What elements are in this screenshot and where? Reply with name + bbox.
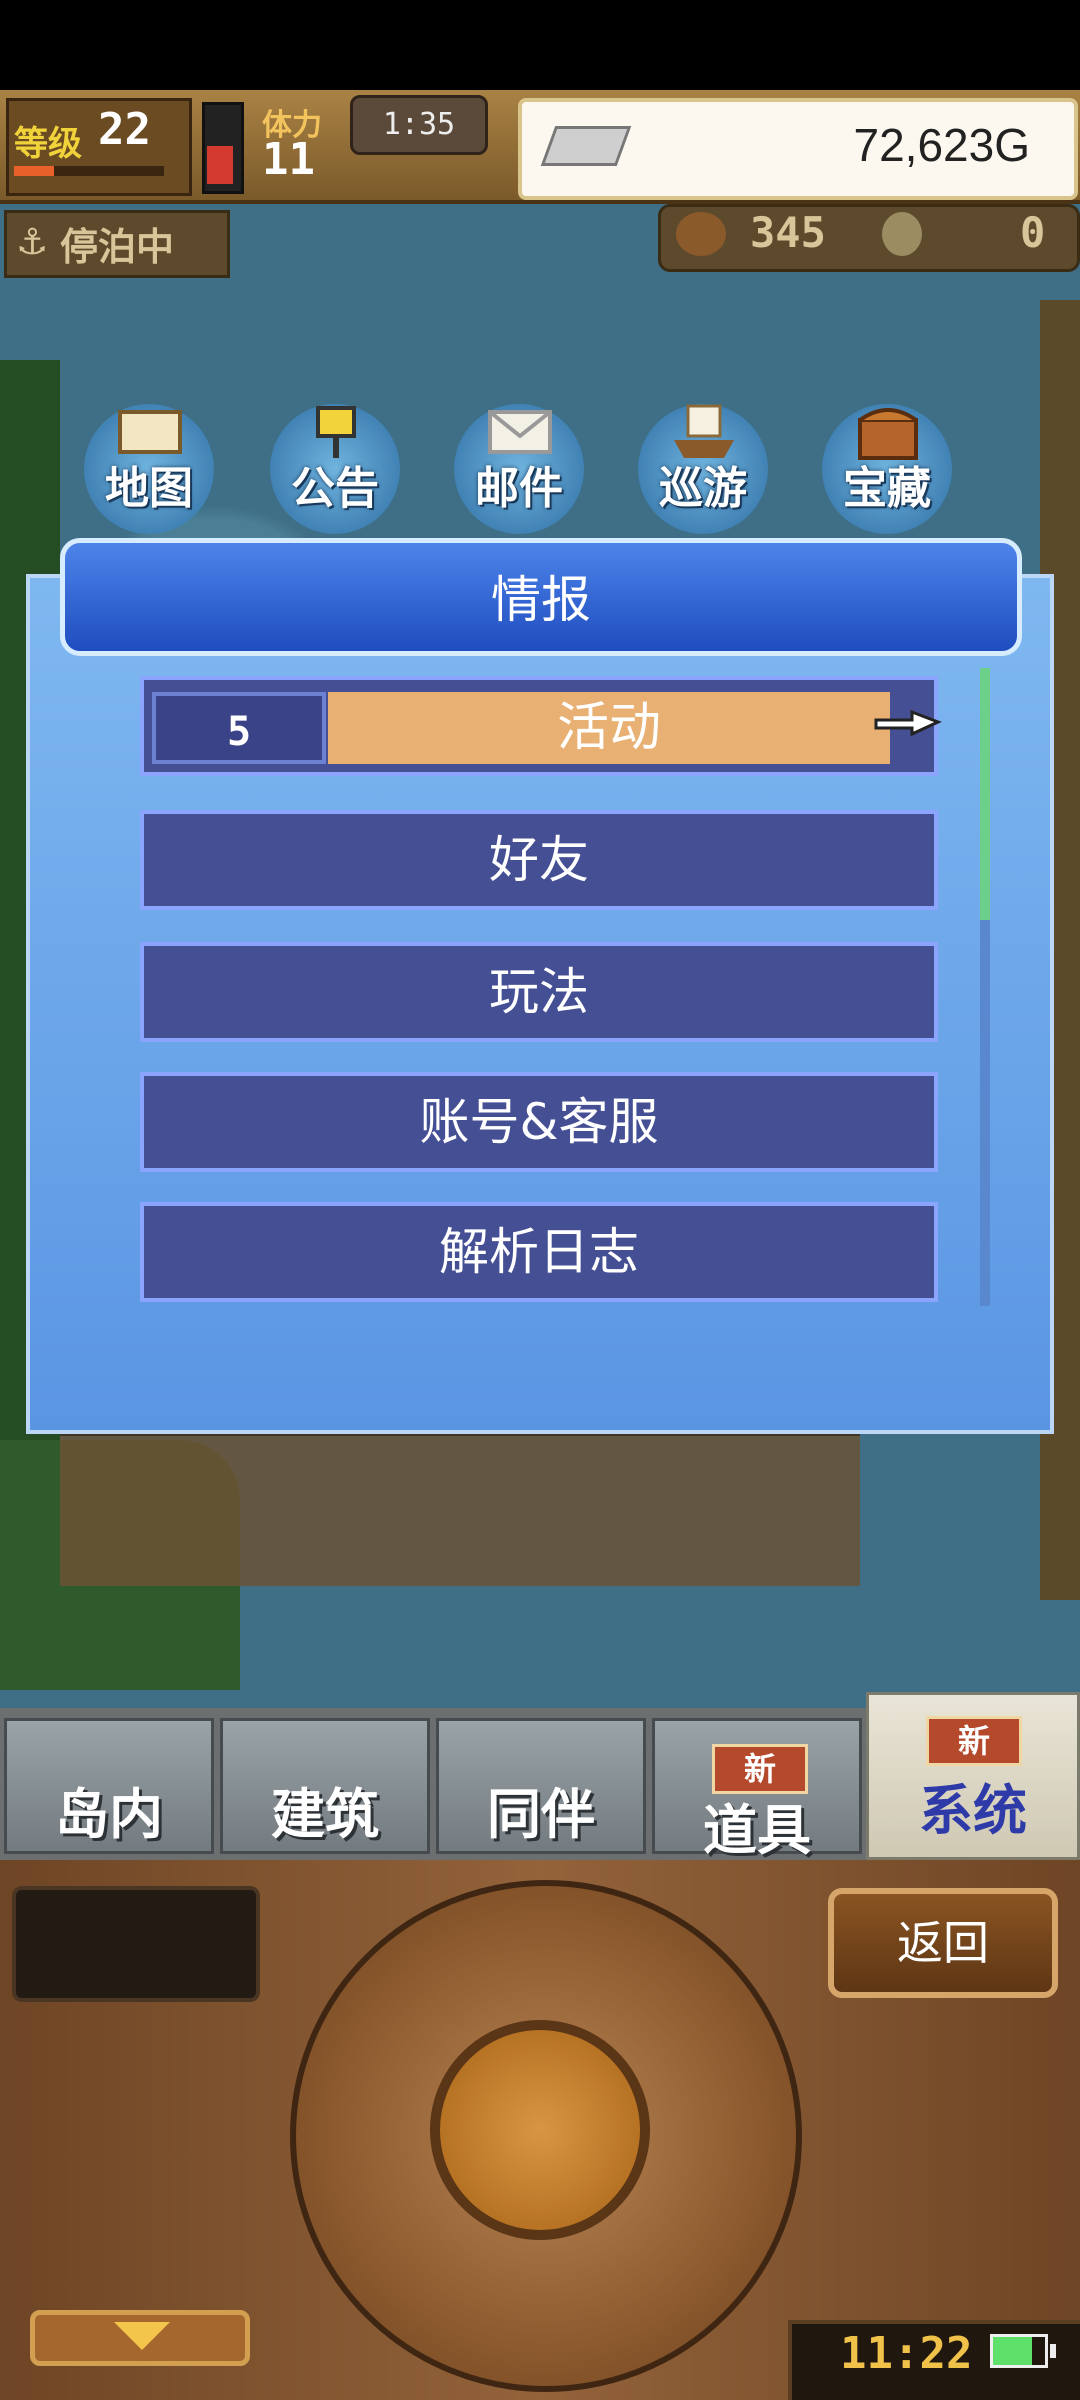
shortcut-notice-label: 公告 <box>291 463 379 514</box>
gold-value: 72,623G <box>853 119 1030 171</box>
tab-island-label: 岛内 <box>55 1783 163 1846</box>
stamina-meter-fill <box>207 146 233 184</box>
menu-item-gameplay-label: 玩法 <box>489 963 589 1021</box>
medal-icon <box>882 212 922 256</box>
anchor-icon: ⚓ <box>16 222 49 263</box>
scrollbar-thumb[interactable] <box>980 668 990 920</box>
stamina-value: 11 <box>262 134 315 185</box>
level-value: 22 <box>98 104 151 155</box>
pointing-hand-icon <box>874 709 942 737</box>
docked-status-label: 停泊中 <box>60 225 175 269</box>
menu-item-account-label: 账号&客服 <box>419 1093 659 1151</box>
shortcut-treasure-label: 宝藏 <box>843 463 931 514</box>
dialog-title: 情报 <box>491 571 591 629</box>
gold-bar-icon <box>540 126 632 166</box>
battery-tip <box>1050 2344 1056 2358</box>
menu-item-events-label: 活动 <box>556 698 661 758</box>
arrow-down-icon <box>114 2322 170 2350</box>
tab-companions-label: 同伴 <box>487 1783 595 1846</box>
device-status-bar <box>0 0 1080 90</box>
battery-icon <box>990 2334 1048 2368</box>
tab-system-label: 系统 <box>919 1779 1027 1842</box>
stamina-timer: 1:35 <box>350 95 488 155</box>
exp-bar-fill <box>14 166 54 176</box>
back-button[interactable]: 返回 <box>828 1888 1058 1998</box>
info-screen <box>12 1886 260 2002</box>
menu-item-friends-label: 好友 <box>489 831 589 889</box>
tab-building-label: 建筑 <box>271 1783 379 1846</box>
dpad-center-button[interactable] <box>430 2020 650 2240</box>
pier-decoration <box>60 1430 860 1586</box>
tab-system-new-badge: 新 <box>926 1716 1022 1766</box>
tab-items-label: 道具 <box>703 1799 811 1862</box>
coin-count: 345 <box>750 208 826 257</box>
token-count: 0 <box>1020 208 1046 257</box>
menu-item-log-label: 解析日志 <box>439 1223 639 1281</box>
event-count-badge: 5 <box>152 692 326 764</box>
level-label: 等级 <box>14 124 82 164</box>
clock-value: 11:22 <box>840 2328 973 2379</box>
shortcut-cruise-label: 巡游 <box>659 463 747 514</box>
bag-icon <box>676 212 726 256</box>
shortcut-map-label: 地图 <box>105 463 193 514</box>
shortcut-mail-label: 邮件 <box>475 463 563 514</box>
